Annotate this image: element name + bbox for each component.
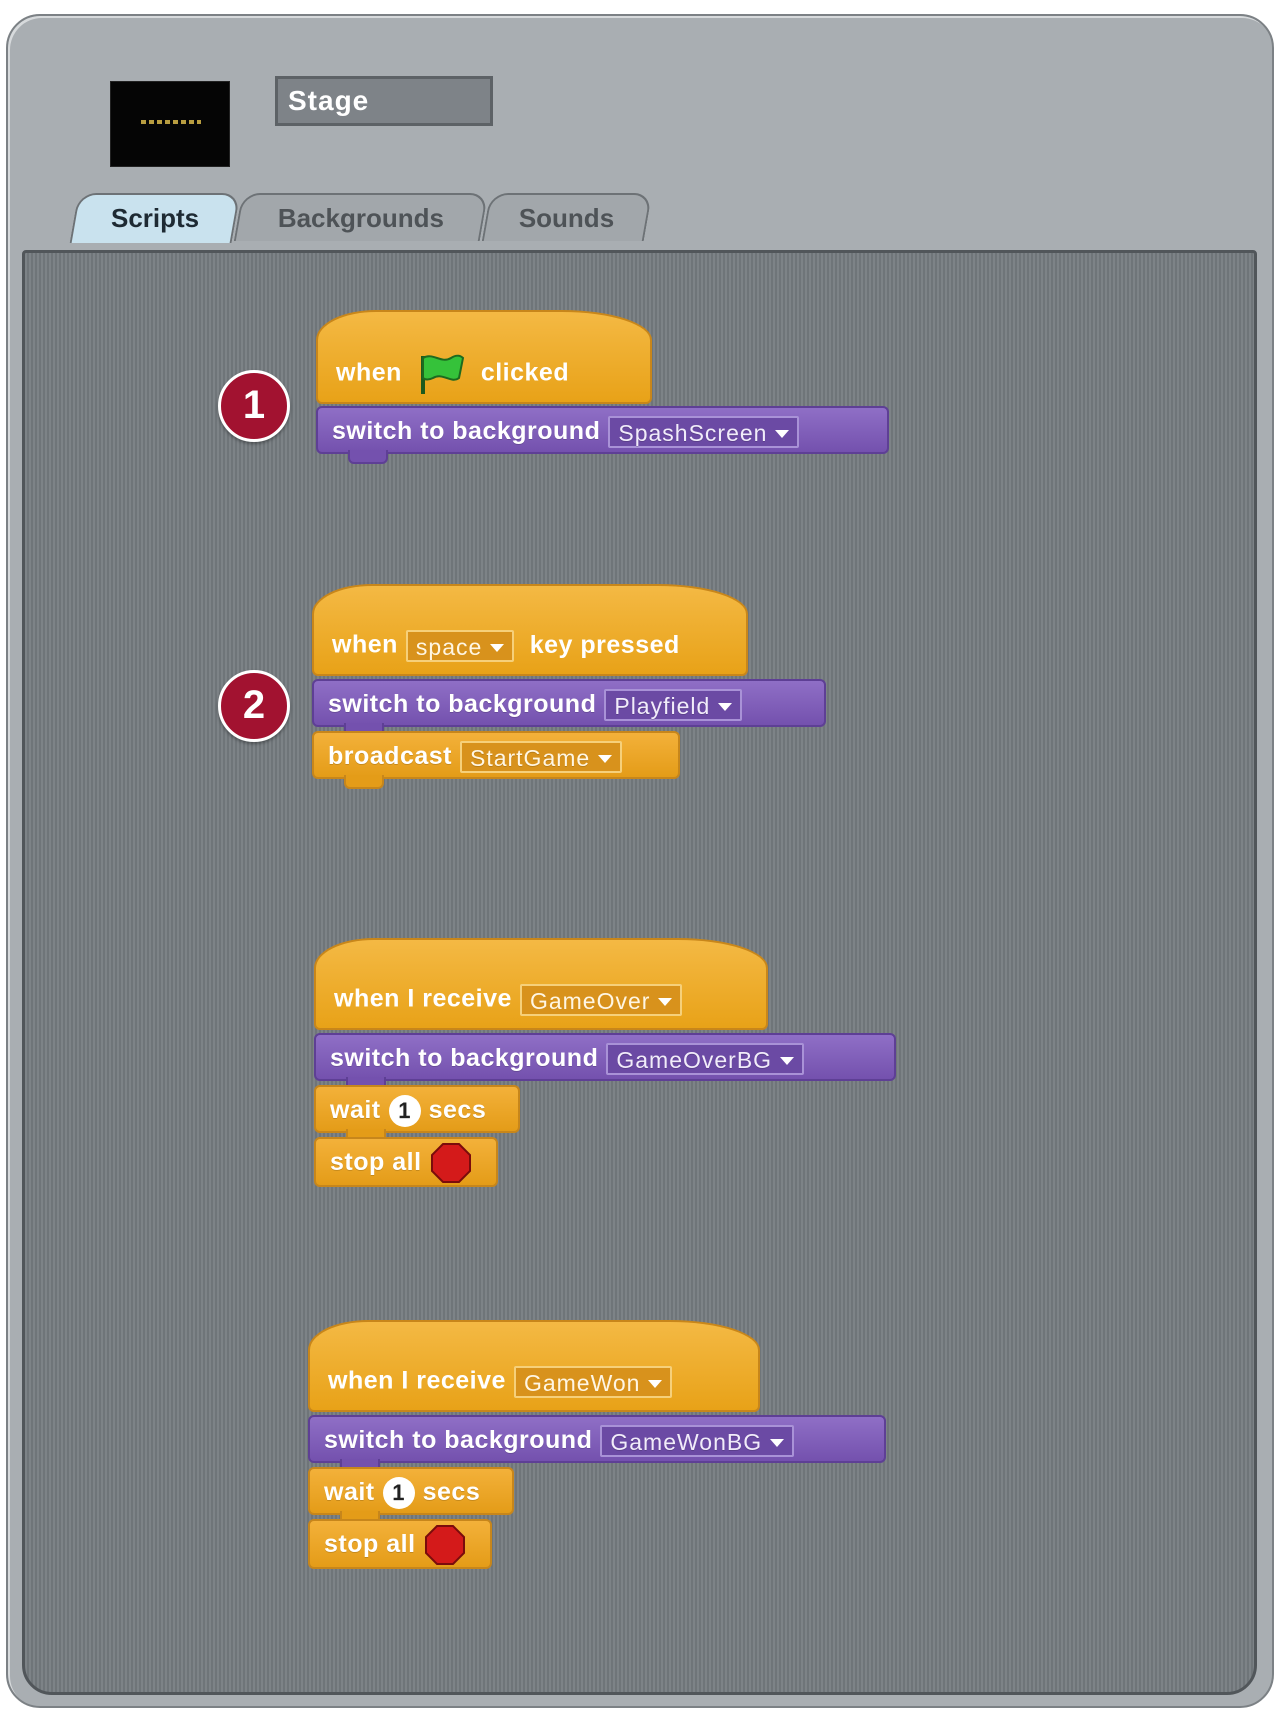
tab-sounds[interactable]: Sounds bbox=[481, 193, 653, 241]
key-dropdown[interactable]: space bbox=[405, 630, 515, 662]
hat-when-label: when bbox=[336, 358, 402, 387]
wait-block[interactable]: wait 1 secs bbox=[308, 1467, 514, 1525]
switch-background-label: switch to background bbox=[330, 1044, 599, 1072]
stop-all-block[interactable]: stop all bbox=[314, 1137, 498, 1187]
when-i-receive-text: when I receive GameWon bbox=[328, 1366, 673, 1398]
stage-thumbnail[interactable] bbox=[110, 81, 230, 167]
message-dropdown[interactable]: StartGame bbox=[459, 741, 623, 774]
when-key-pressed-text: when space key pressed bbox=[332, 630, 680, 662]
wait-label: wait bbox=[324, 1478, 375, 1506]
switch-background-block[interactable]: switch to background Playfield bbox=[312, 679, 826, 737]
wait-unit-label: secs bbox=[428, 1096, 487, 1124]
switch-background-label: switch to background bbox=[328, 690, 597, 718]
wait-seconds-input[interactable]: 1 bbox=[382, 1477, 415, 1510]
callout-1: 1 bbox=[218, 370, 290, 442]
wait-unit-label: secs bbox=[422, 1478, 481, 1506]
switch-background-block[interactable]: switch to background GameOverBG bbox=[314, 1033, 896, 1091]
hat-key-pressed-label: key pressed bbox=[529, 630, 680, 659]
switch-background-block[interactable]: switch to background SpashScreen bbox=[316, 406, 889, 464]
broadcast-label: broadcast bbox=[328, 742, 452, 770]
block-notch bbox=[344, 775, 384, 789]
hat-clicked-label: clicked bbox=[480, 358, 570, 387]
wait-seconds-input[interactable]: 1 bbox=[388, 1095, 421, 1128]
background-dropdown[interactable]: GameOverBG bbox=[606, 1043, 805, 1076]
callout-2: 2 bbox=[218, 670, 290, 742]
tab-sounds-label: Sounds bbox=[519, 203, 615, 233]
background-dropdown[interactable]: GameWonBG bbox=[600, 1425, 795, 1458]
tab-scripts-label: Scripts bbox=[110, 203, 200, 233]
switch-background-label: switch to background bbox=[324, 1426, 593, 1454]
switch-background-label: switch to background bbox=[332, 417, 601, 445]
sprite-name-field[interactable]: Stage bbox=[275, 76, 493, 126]
wait-label: wait bbox=[330, 1096, 381, 1124]
stop-all-block[interactable]: stop all bbox=[308, 1519, 492, 1569]
stop-sign-icon bbox=[430, 1143, 471, 1184]
wait-block[interactable]: wait 1 secs bbox=[314, 1085, 520, 1143]
hat-receive-label: when I receive bbox=[328, 1366, 506, 1395]
thumbnail-graphic bbox=[141, 120, 201, 124]
tab-scripts[interactable]: Scripts bbox=[69, 193, 241, 243]
stop-all-label: stop all bbox=[324, 1530, 416, 1558]
when-flag-clicked-text: when clicked bbox=[336, 352, 569, 396]
switch-background-block[interactable]: switch to background GameWonBG bbox=[308, 1415, 886, 1473]
stop-sign-icon bbox=[424, 1525, 465, 1566]
tab-backgrounds[interactable]: Backgrounds bbox=[233, 193, 489, 241]
stop-all-label: stop all bbox=[330, 1148, 422, 1176]
hat-when-label: when bbox=[332, 630, 398, 659]
background-dropdown[interactable]: Playfield bbox=[604, 689, 743, 722]
background-dropdown[interactable]: SpashScreen bbox=[608, 416, 800, 449]
broadcast-block[interactable]: broadcast StartGame bbox=[312, 731, 680, 789]
tab-backgrounds-label: Backgrounds bbox=[277, 203, 444, 233]
hat-receive-label: when I receive bbox=[334, 984, 512, 1013]
when-i-receive-text: when I receive GameOver bbox=[334, 984, 683, 1016]
block-notch bbox=[348, 450, 388, 464]
green-flag-icon bbox=[421, 354, 465, 394]
message-dropdown[interactable]: GameWon bbox=[513, 1366, 673, 1398]
message-dropdown[interactable]: GameOver bbox=[519, 984, 683, 1016]
